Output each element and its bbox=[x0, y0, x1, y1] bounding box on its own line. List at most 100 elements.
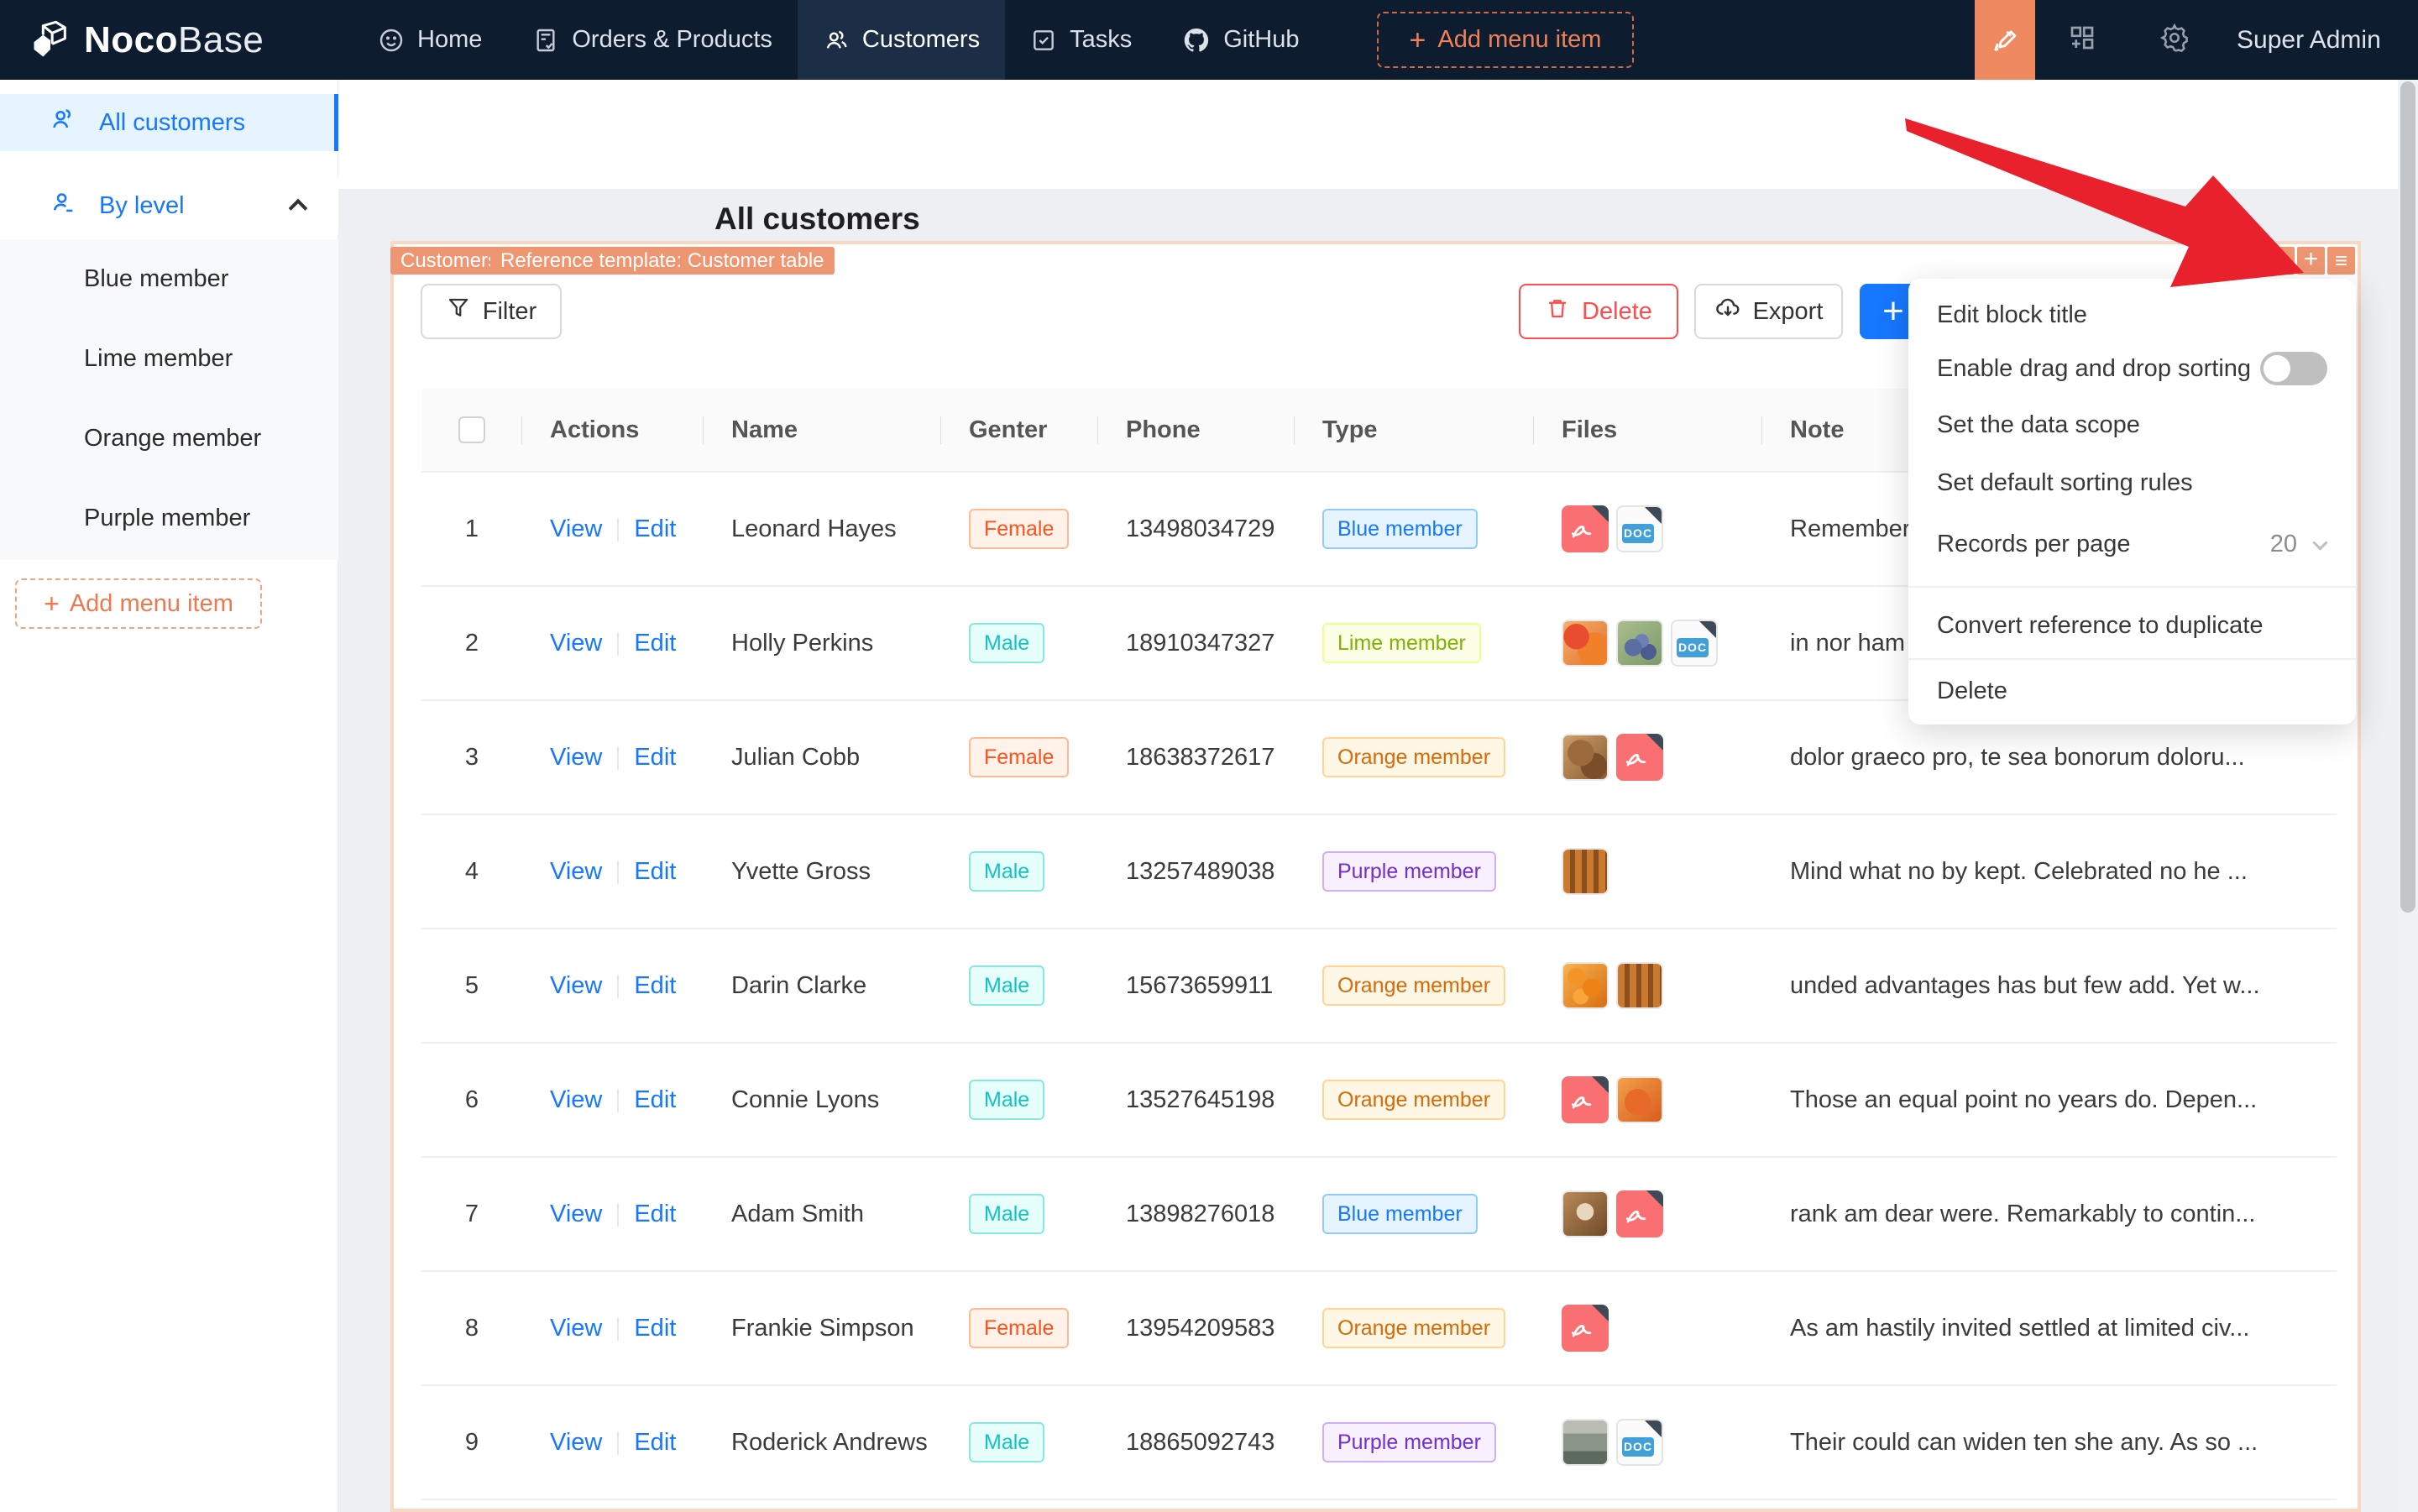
sidebar-item-purple-member[interactable]: Purple member bbox=[0, 479, 338, 558]
files-cell: DOC bbox=[1534, 472, 1762, 587]
gender-cell: Male bbox=[941, 929, 1098, 1044]
edit-link[interactable]: Edit bbox=[634, 630, 676, 657]
menu-item-set-sorting-rules[interactable]: Set default sorting rules bbox=[1915, 456, 2349, 510]
view-link[interactable]: View bbox=[550, 1429, 602, 1456]
nav-item-label: Tasks bbox=[1070, 26, 1133, 53]
pdf-file-icon[interactable] bbox=[1562, 1305, 1609, 1352]
page-scrollbar[interactable] bbox=[2398, 80, 2418, 1512]
sidebar-item-by-level[interactable]: By level bbox=[0, 177, 338, 234]
row-index: 8 bbox=[421, 1271, 522, 1386]
menu-item-records-per-page[interactable]: Records per page 20 bbox=[1915, 517, 2349, 571]
active-indicator bbox=[334, 94, 338, 151]
sidebar-item-lime-member[interactable]: Lime member bbox=[0, 319, 338, 399]
action-divider bbox=[617, 631, 620, 656]
add-block-icon[interactable]: + bbox=[2297, 245, 2325, 275]
nocobase-logo[interactable]: NocoBase bbox=[29, 0, 264, 80]
files-cell bbox=[1534, 814, 1762, 929]
sidebar-item-orange-member[interactable]: Orange member bbox=[0, 399, 338, 479]
delete-button-label: Delete bbox=[1582, 297, 1652, 325]
nav-item-home[interactable]: Home bbox=[353, 0, 507, 80]
table-row: 9 View Edit Roderick Andrews Male 18865092743… bbox=[421, 1385, 2337, 1500]
records-per-page-value[interactable]: 20 bbox=[2270, 531, 2297, 558]
export-button[interactable]: Export bbox=[1694, 284, 1843, 339]
filter-button[interactable]: Filter bbox=[421, 284, 562, 339]
menu-item-enable-drag-sorting[interactable]: Enable drag and drop sorting bbox=[1915, 342, 2349, 395]
view-link[interactable]: View bbox=[550, 744, 602, 771]
sidebar-add-menu-item-button[interactable]: + Add menu item bbox=[15, 578, 262, 629]
nav-item-github[interactable]: GitHub bbox=[1157, 0, 1324, 80]
sidebar-item-blue-member[interactable]: Blue member bbox=[0, 239, 338, 319]
plugin-blocks-icon-button[interactable] bbox=[2054, 0, 2111, 80]
image-attachment-thumbnail[interactable] bbox=[1562, 620, 1609, 667]
block-settings-menu-icon[interactable]: ≡ bbox=[2327, 247, 2355, 275]
nav-item-customers[interactable]: Customers bbox=[797, 0, 1006, 80]
pdf-file-icon[interactable] bbox=[1616, 1190, 1663, 1237]
image-attachment-thumbnail[interactable] bbox=[1562, 848, 1609, 895]
edit-link[interactable]: Edit bbox=[634, 1086, 676, 1113]
edit-link[interactable]: Edit bbox=[634, 1315, 676, 1342]
view-link[interactable]: View bbox=[550, 630, 602, 657]
edit-link[interactable]: Edit bbox=[634, 1201, 676, 1227]
nav-item-tasks[interactable]: Tasks bbox=[1005, 0, 1157, 80]
image-attachment-thumbnail[interactable] bbox=[1562, 962, 1609, 1009]
view-link[interactable]: View bbox=[550, 515, 602, 542]
type-cell: Orange member bbox=[1295, 929, 1534, 1044]
drag-move-icon[interactable] bbox=[2267, 247, 2295, 275]
action-divider bbox=[617, 974, 620, 998]
drag-sorting-toggle[interactable] bbox=[2260, 352, 2327, 385]
column-header-files: Files bbox=[1534, 389, 1762, 473]
action-divider bbox=[617, 1088, 620, 1112]
phone-cell: 18638372617 bbox=[1098, 700, 1295, 815]
add-menu-item-label: Add menu item bbox=[1437, 26, 1602, 53]
image-attachment-thumbnail[interactable] bbox=[1562, 1190, 1609, 1237]
image-attachment-thumbnail[interactable] bbox=[1616, 1076, 1663, 1123]
view-link[interactable]: View bbox=[550, 972, 602, 999]
doc-file-icon[interactable]: DOC bbox=[1671, 620, 1718, 667]
name-cell: Connie Lyons bbox=[704, 1043, 941, 1158]
chevron-up-icon bbox=[288, 198, 308, 218]
image-attachment-thumbnail[interactable] bbox=[1616, 962, 1663, 1009]
sidebar-item-all-customers[interactable]: All customers bbox=[0, 94, 338, 151]
pdf-file-icon[interactable] bbox=[1562, 1076, 1609, 1123]
row-index: 7 bbox=[421, 1157, 522, 1272]
column-header-phone: Phone bbox=[1098, 389, 1295, 473]
nav-item-label: GitHub bbox=[1223, 26, 1300, 53]
image-attachment-thumbnail[interactable] bbox=[1562, 1419, 1609, 1466]
view-link[interactable]: View bbox=[550, 1201, 602, 1227]
menu-item-delete-block[interactable]: Delete bbox=[1915, 664, 2349, 718]
nav-item-orders-products[interactable]: Orders & Products bbox=[507, 0, 798, 80]
edit-link[interactable]: Edit bbox=[634, 1429, 676, 1456]
edit-link[interactable]: Edit bbox=[634, 515, 676, 542]
menu-item-label: Records per page bbox=[1937, 530, 2131, 557]
navbar-add-menu-item-button[interactable]: + Add menu item bbox=[1377, 12, 1634, 68]
edit-link[interactable]: Edit bbox=[634, 858, 676, 885]
pdf-file-icon[interactable] bbox=[1616, 734, 1663, 781]
add-menu-item-label: Add menu item bbox=[69, 589, 233, 617]
gender-tag: Male bbox=[969, 1422, 1045, 1462]
files-cell: DOC bbox=[1534, 1385, 1762, 1500]
menu-item-set-data-scope[interactable]: Set the data scope bbox=[1915, 398, 2349, 452]
plus-icon: + bbox=[1409, 24, 1426, 56]
image-attachment-thumbnail[interactable] bbox=[1616, 620, 1663, 667]
page-header: All customers bbox=[338, 80, 2418, 236]
image-attachment-thumbnail[interactable] bbox=[1562, 734, 1609, 781]
select-all-checkbox[interactable] bbox=[458, 416, 485, 443]
scrollbar-thumb[interactable] bbox=[2400, 81, 2415, 913]
ui-editor-button[interactable] bbox=[1975, 0, 2035, 80]
edit-link[interactable]: Edit bbox=[634, 744, 676, 771]
column-header-actions: Actions bbox=[522, 389, 704, 473]
settings-gear-button[interactable] bbox=[2146, 0, 2203, 80]
menu-item-edit-block-title[interactable]: Edit block title bbox=[1915, 288, 2349, 342]
edit-link[interactable]: Edit bbox=[634, 972, 676, 999]
pdf-file-icon[interactable] bbox=[1562, 505, 1609, 552]
sidebar-item-label: All customers bbox=[99, 108, 246, 136]
menu-item-convert-reference[interactable]: Convert reference to duplicate bbox=[1915, 599, 2349, 652]
doc-file-icon[interactable]: DOC bbox=[1616, 505, 1663, 552]
row-index: 4 bbox=[421, 814, 522, 929]
view-link[interactable]: View bbox=[550, 858, 602, 885]
view-link[interactable]: View bbox=[550, 1086, 602, 1113]
user-menu[interactable]: Super Admin bbox=[2237, 0, 2381, 80]
view-link[interactable]: View bbox=[550, 1315, 602, 1342]
doc-file-icon[interactable]: DOC bbox=[1616, 1419, 1663, 1466]
delete-button[interactable]: Delete bbox=[1519, 284, 1678, 339]
